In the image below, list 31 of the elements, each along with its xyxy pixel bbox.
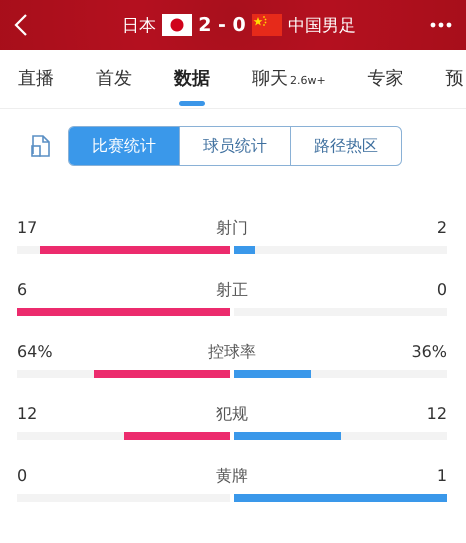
tab[interactable]: 首发 (96, 50, 132, 108)
home-value: 17 (17, 218, 38, 239)
stat-name: 控球率 (208, 342, 256, 363)
away-value: 2 (436, 218, 447, 239)
tab[interactable]: 聊天 2.6w+ (252, 50, 326, 108)
document-icon[interactable] (30, 134, 52, 158)
score: 2 - 0 (198, 14, 246, 36)
segment-tab[interactable]: 球员统计 (179, 127, 290, 165)
home-value: 12 (17, 404, 38, 425)
stat-name: 射正 (216, 280, 248, 301)
more-icon[interactable] (430, 22, 452, 28)
tab[interactable]: 预 (446, 50, 464, 108)
home-value: 64% (17, 342, 53, 363)
away-value: 12 (426, 404, 447, 425)
away-value: 0 (436, 280, 447, 301)
home-team: 日本 (122, 14, 156, 36)
tab[interactable]: 直播 (18, 50, 54, 108)
away-value: 1 (436, 466, 447, 487)
flag-icon (252, 14, 282, 36)
stat-name: 射门 (216, 218, 248, 239)
flag-icon (162, 14, 192, 36)
stat-name: 犯规 (216, 404, 248, 425)
tab[interactable]: 专家 (368, 50, 404, 108)
segment-tab[interactable]: 路径热区 (290, 127, 401, 165)
home-value: 0 (17, 466, 28, 487)
away-team: 中国男足 (288, 14, 356, 36)
tab[interactable]: 数据 (174, 50, 210, 108)
home-value: 6 (17, 280, 28, 301)
away-value: 36% (411, 342, 447, 363)
stat-name: 黄牌 (216, 466, 248, 487)
back-icon[interactable] (14, 13, 28, 37)
